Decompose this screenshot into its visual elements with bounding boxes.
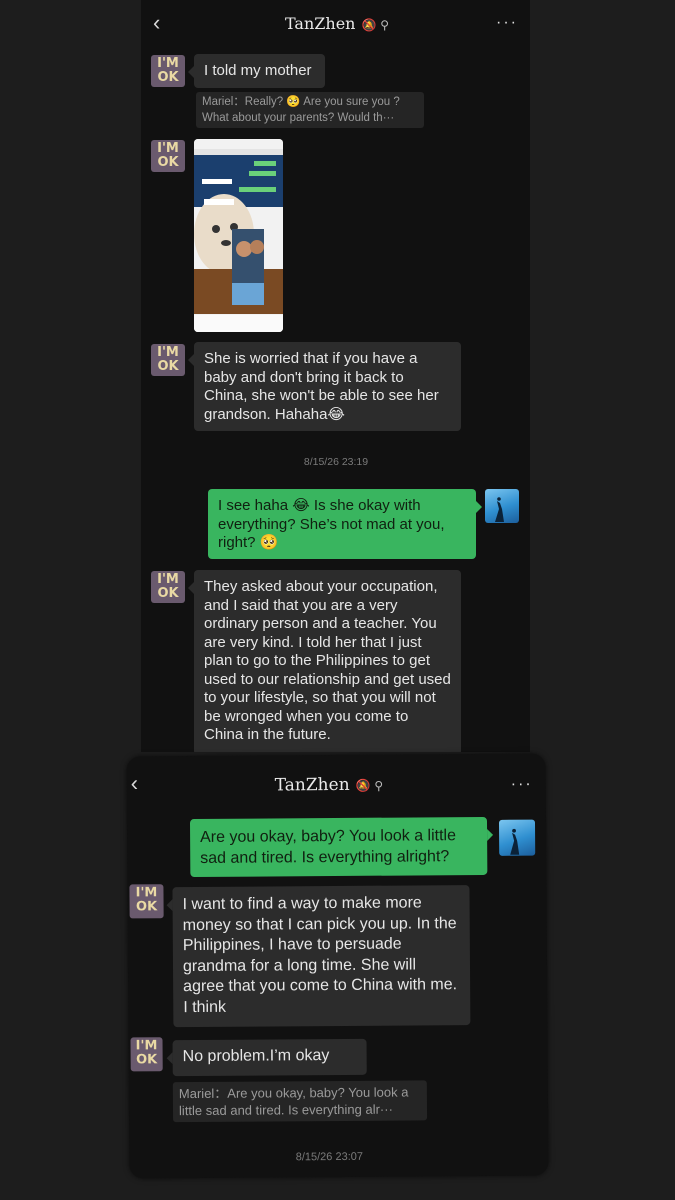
sent-message-bubble[interactable]: I see haha 😂 Is she okay with everything… — [208, 489, 482, 559]
contact-avatar[interactable]: I'M OK — [151, 344, 185, 376]
shared-image-thumbnail[interactable] — [194, 139, 283, 332]
person-silhouette-icon — [495, 497, 504, 522]
message-bubble[interactable]: No problem.I’m okay — [172, 1038, 367, 1077]
avatar-text-bottom: OK — [157, 359, 179, 374]
avatar-text-top: I'M — [157, 345, 179, 360]
avatar-text-top: I'M — [157, 56, 179, 71]
back-arrow-icon[interactable]: ‹ — [153, 12, 160, 34]
contact-name: TanZhen — [285, 14, 356, 33]
more-options-icon[interactable]: ··· — [511, 776, 533, 794]
contact-avatar[interactable]: I'M OK — [151, 140, 185, 172]
message-bubble[interactable]: They asked about your occupation, and I … — [188, 570, 461, 752]
avatar-text-bottom: OK — [157, 70, 179, 85]
contact-avatar[interactable]: I'M OK — [129, 884, 164, 919]
message-bubble[interactable]: I told my mother — [188, 54, 325, 88]
back-arrow-icon[interactable]: ‹ — [131, 770, 139, 795]
avatar-text-top: I'M — [157, 141, 179, 156]
avatar-text-top: I'M — [157, 572, 179, 587]
contact-avatar[interactable]: I'M OK — [151, 55, 185, 87]
contact-name: TanZhen — [274, 774, 350, 796]
chat-screenshot-1: ‹ TanZhen 🔕 ⚲ ··· I'M OK I told my mother… — [141, 0, 530, 752]
chat-header: ‹ TanZhen 🔕 ⚲ ··· — [141, 0, 530, 46]
chat-screenshot-image — [194, 139, 283, 332]
contact-avatar[interactable]: I'M OK — [130, 1037, 163, 1072]
avatar-text-bottom: OK — [136, 1052, 158, 1068]
my-avatar[interactable] — [485, 489, 519, 523]
chat-title: TanZhen 🔕 ⚲ — [275, 775, 384, 796]
quoted-reply[interactable]: Mariel：Are you okay, baby? You look a li… — [172, 1080, 428, 1123]
chat-screenshot-2: ‹ TanZhen 🔕 ⚲ ··· Are you okay, baby? You… — [126, 753, 549, 1179]
contact-avatar[interactable]: I'M OK — [151, 571, 185, 603]
avatar-text-top: I'M — [135, 1038, 158, 1054]
avatar-text-bottom: OK — [157, 155, 179, 170]
person-silhouette-icon — [510, 828, 520, 855]
avatar-text-bottom: OK — [157, 586, 179, 601]
mute-icon: 🔕 ⚲ — [361, 18, 390, 32]
avatar-text-bottom: OK — [135, 899, 158, 915]
message-bubble[interactable]: I want to find a way to make more money … — [172, 885, 471, 1028]
quoted-reply[interactable]: Mariel：Really? 🥺 Are you sure you ? What… — [196, 92, 424, 128]
mute-icon: 🔕 ⚲ — [355, 778, 384, 793]
more-options-icon[interactable]: ··· — [496, 14, 518, 32]
sent-message-bubble[interactable]: Are you okay, baby? You look a little sa… — [189, 816, 488, 878]
timestamp: 8/15/26 23:07 — [295, 1150, 364, 1164]
avatar-text-top: I'M — [135, 885, 158, 901]
message-bubble[interactable]: She is worried that if you have a baby a… — [188, 342, 461, 431]
chat-title: TanZhen 🔕 ⚲ — [285, 14, 389, 33]
chat-header: ‹ TanZhen 🔕 ⚲ ··· — [127, 754, 546, 803]
my-avatar[interactable] — [498, 819, 536, 856]
timestamp: 8/15/26 23:19 — [303, 456, 369, 468]
